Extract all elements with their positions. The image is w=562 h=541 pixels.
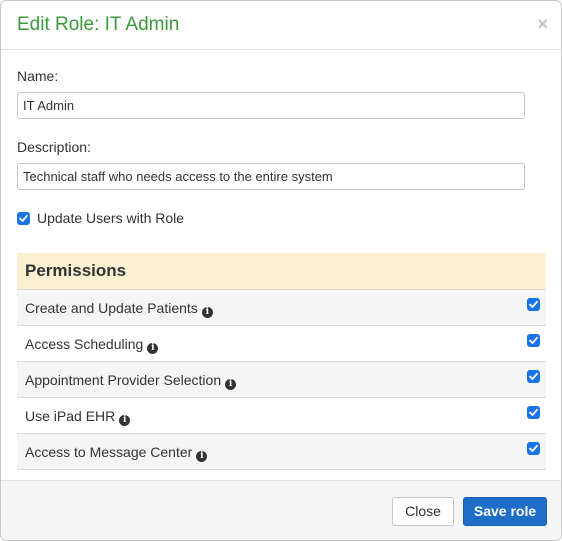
permissions-table: Permissions Create and Update Patients i … <box>17 253 546 470</box>
modal-body: Name: Description: Update Users with Rol… <box>1 50 561 480</box>
info-circle-icon[interactable]: i <box>196 451 208 462</box>
checkmark-icon <box>529 408 538 416</box>
checkmark-icon <box>529 336 538 344</box>
permission-row-appointment-provider-selection: Appointment Provider Selection i <box>17 362 546 398</box>
checkmark-icon <box>529 372 538 380</box>
permission-row-use-ipad-ehr: Use iPad EHR i <box>17 398 546 434</box>
save-role-button[interactable]: Save role <box>463 497 547 526</box>
checkmark-icon <box>529 444 538 452</box>
modal-footer: Close Save role <box>1 480 561 540</box>
permission-label: Create and Update Patients i <box>25 300 213 318</box>
description-input[interactable] <box>17 163 525 190</box>
info-circle-icon[interactable]: i <box>201 307 213 318</box>
permission-row-access-scheduling: Access Scheduling i <box>17 326 546 362</box>
description-label: Description: <box>17 139 91 155</box>
permission-row-create-update-patients: Create and Update Patients i <box>17 290 546 326</box>
close-button[interactable]: Close <box>392 497 454 526</box>
permissions-header-text: Permissions <box>25 261 127 280</box>
name-label: Name: <box>17 68 59 84</box>
permission-checkbox-create-update-patients[interactable] <box>527 298 540 311</box>
update-users-label: Update Users with Role <box>37 210 185 226</box>
checkmark-icon <box>19 214 28 222</box>
info-circle-icon[interactable]: i <box>147 343 159 354</box>
modal-title: Edit Role: IT Admin <box>17 14 180 35</box>
permission-row-access-message-center: Access to Message Center i <box>17 434 546 470</box>
permission-label: Access Scheduling i <box>25 336 159 354</box>
permission-checkbox-appointment-provider-selection[interactable] <box>527 370 540 383</box>
info-circle-icon[interactable]: i <box>225 379 237 390</box>
permission-label: Appointment Provider Selection i <box>25 372 237 390</box>
permission-checkbox-access-scheduling[interactable] <box>527 334 540 347</box>
permission-label: Use iPad EHR i <box>25 408 131 426</box>
modal-header: Edit Role: IT Admin × <box>1 1 561 50</box>
edit-role-modal: Edit Role: IT Admin × Name: Description:… <box>0 0 562 541</box>
permissions-header: Permissions <box>17 253 546 290</box>
update-users-checkbox[interactable] <box>17 212 30 225</box>
permission-label: Access to Message Center i <box>25 444 208 462</box>
close-icon[interactable]: × <box>537 15 548 33</box>
checkmark-icon <box>529 300 538 308</box>
name-input[interactable] <box>17 92 525 119</box>
info-circle-icon[interactable]: i <box>119 415 131 426</box>
permission-checkbox-use-ipad-ehr[interactable] <box>527 406 540 419</box>
permission-checkbox-access-message-center[interactable] <box>527 442 540 455</box>
